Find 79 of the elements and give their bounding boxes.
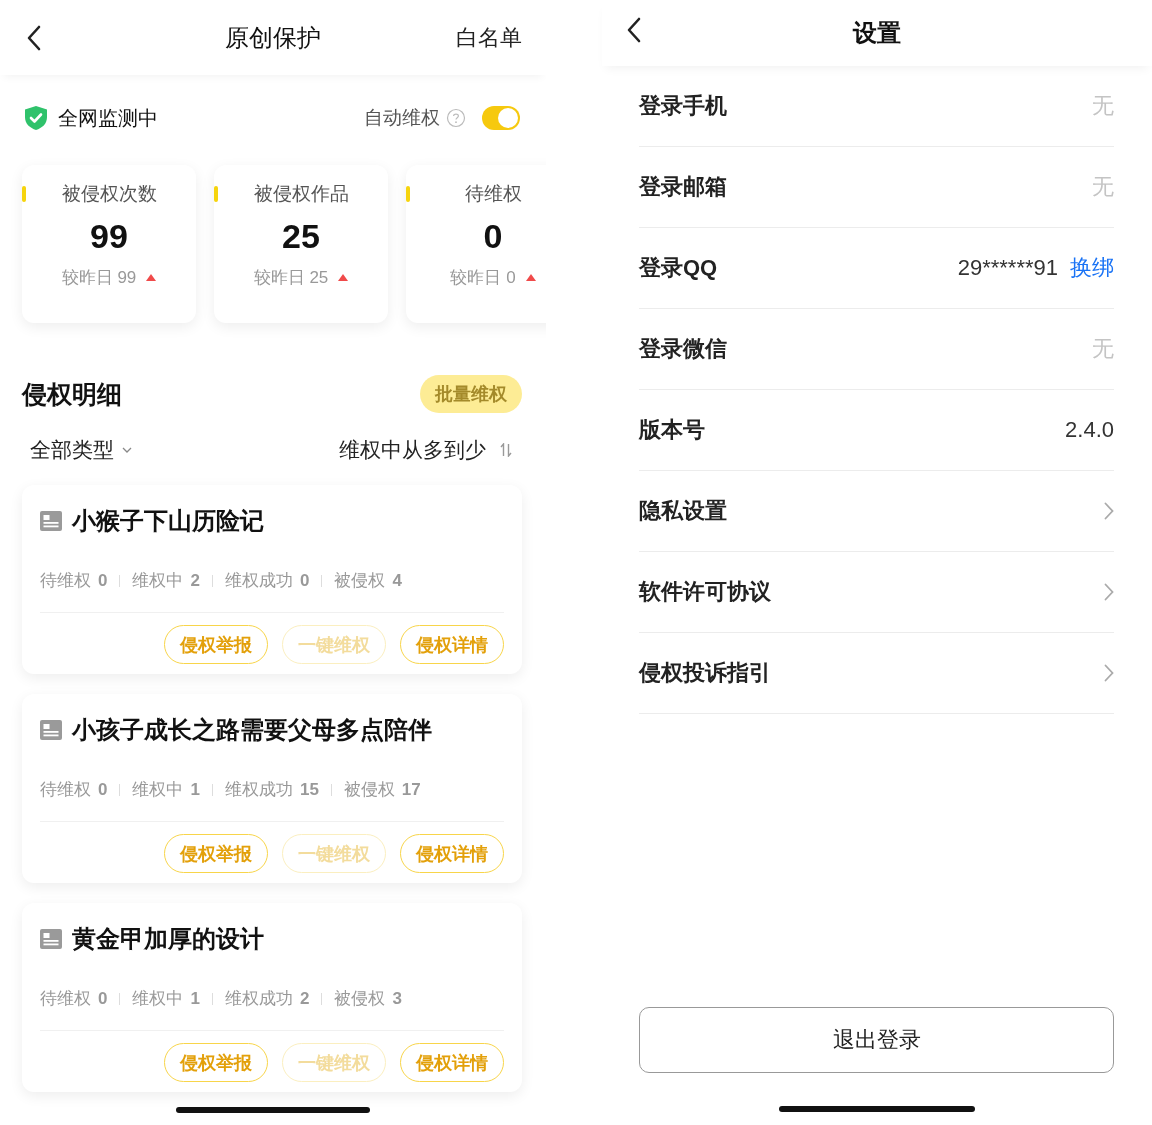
- rebind-link[interactable]: 换绑: [1070, 253, 1114, 283]
- batch-protect-button[interactable]: 批量维权: [420, 375, 522, 413]
- stat-label: 待维权: [40, 988, 91, 1010]
- stat-label: 被侵权: [334, 988, 386, 1010]
- sort-filter[interactable]: 维权中从多到少: [339, 436, 486, 464]
- stat-label: 被侵权次数: [61, 182, 157, 206]
- stat-count: 17: [401, 779, 421, 800]
- document-icon: [40, 720, 62, 740]
- stat-compare: 较昨日 0: [450, 267, 516, 289]
- stat-value: 25: [282, 217, 320, 256]
- help-icon[interactable]: [446, 108, 466, 128]
- stat-label: 待维权: [464, 182, 522, 206]
- chevron-right-icon[interactable]: [1104, 502, 1114, 520]
- setting-label: 隐私设置: [639, 497, 727, 525]
- stat-label: 维权成功: [224, 779, 293, 801]
- auto-protect-toggle[interactable]: [482, 106, 520, 130]
- chevron-down-icon[interactable]: [122, 446, 132, 454]
- stat-count: 0: [98, 570, 108, 591]
- stat-label: 被侵权作品: [253, 182, 349, 206]
- stat-count: 4: [392, 570, 402, 591]
- sort-icon[interactable]: [500, 443, 512, 457]
- action-button[interactable]: 侵权举报: [164, 625, 268, 664]
- setting-value: 无: [1092, 92, 1114, 120]
- chevron-right-icon[interactable]: [1104, 583, 1114, 601]
- page-title: 设置: [853, 18, 901, 48]
- page-title: 原创保护: [225, 22, 321, 53]
- stat-count: 1: [190, 988, 200, 1009]
- stat-count: 0: [98, 988, 108, 1009]
- document-icon: [40, 929, 62, 949]
- stat-label: 被侵权: [334, 570, 386, 592]
- work-title: 小孩子成长之路需要父母多点陪伴: [72, 715, 432, 745]
- work-title: 黄金甲加厚的设计: [72, 924, 264, 954]
- stat-label: 被侵权: [343, 779, 395, 801]
- auto-protect-label: 自动维权: [364, 106, 440, 130]
- work-title: 小猴子下山历险记: [72, 506, 264, 536]
- stat-label: 维权成功: [224, 570, 293, 592]
- stat-compare: 较昨日 99: [61, 267, 137, 289]
- document-icon: [40, 511, 62, 531]
- stat-label: 待维权: [40, 570, 91, 592]
- stat-count: 2: [299, 988, 310, 1009]
- stat-label: 维权中: [132, 779, 184, 801]
- setting-label: 版本号: [639, 416, 705, 444]
- back-icon[interactable]: [626, 17, 642, 43]
- setting-value: 无: [1092, 335, 1114, 363]
- shield-check-icon: [24, 105, 48, 131]
- action-button[interactable]: 侵权详情: [400, 625, 504, 664]
- stat-count: 0: [98, 779, 108, 800]
- stat-compare: 较昨日 25: [253, 267, 329, 289]
- chevron-right-icon[interactable]: [1104, 664, 1114, 682]
- setting-label: 软件许可协议: [639, 578, 771, 606]
- stat-count: 1: [190, 779, 200, 800]
- whitelist-link[interactable]: 白名单: [456, 22, 522, 53]
- stat-label: 维权中: [132, 988, 184, 1010]
- stat-count: 15: [299, 779, 319, 800]
- stat-count: 0: [299, 570, 310, 591]
- setting-label: 登录手机: [639, 92, 727, 120]
- setting-label: 登录QQ: [639, 254, 718, 282]
- logout-button[interactable]: 退出登录: [639, 1007, 1114, 1073]
- stat-count: 2: [190, 570, 200, 591]
- setting-label: 登录邮箱: [639, 173, 727, 201]
- action-button[interactable]: 侵权详情: [400, 1043, 504, 1082]
- action-button[interactable]: 侵权举报: [164, 1043, 268, 1082]
- type-filter[interactable]: 全部类型: [30, 436, 114, 464]
- setting-label: 侵权投诉指引: [639, 659, 771, 687]
- setting-label: 登录微信: [639, 335, 727, 363]
- action-button[interactable]: 侵权举报: [164, 834, 268, 873]
- stat-value: 99: [90, 217, 128, 256]
- stat-value: 0: [483, 217, 503, 256]
- setting-value: 无: [1092, 173, 1114, 201]
- setting-value: 2.4.0: [1065, 417, 1114, 443]
- stat-label: 维权中: [132, 570, 184, 592]
- monitor-status: 全网监测中: [58, 105, 158, 131]
- stat-count: 3: [392, 988, 402, 1009]
- setting-value: 29******91: [957, 255, 1058, 281]
- back-icon[interactable]: [26, 24, 42, 51]
- section-title: 侵权明细: [22, 378, 122, 410]
- stat-label: 待维权: [40, 779, 91, 801]
- stat-label: 维权成功: [224, 988, 293, 1010]
- action-button[interactable]: 侵权详情: [400, 834, 504, 873]
